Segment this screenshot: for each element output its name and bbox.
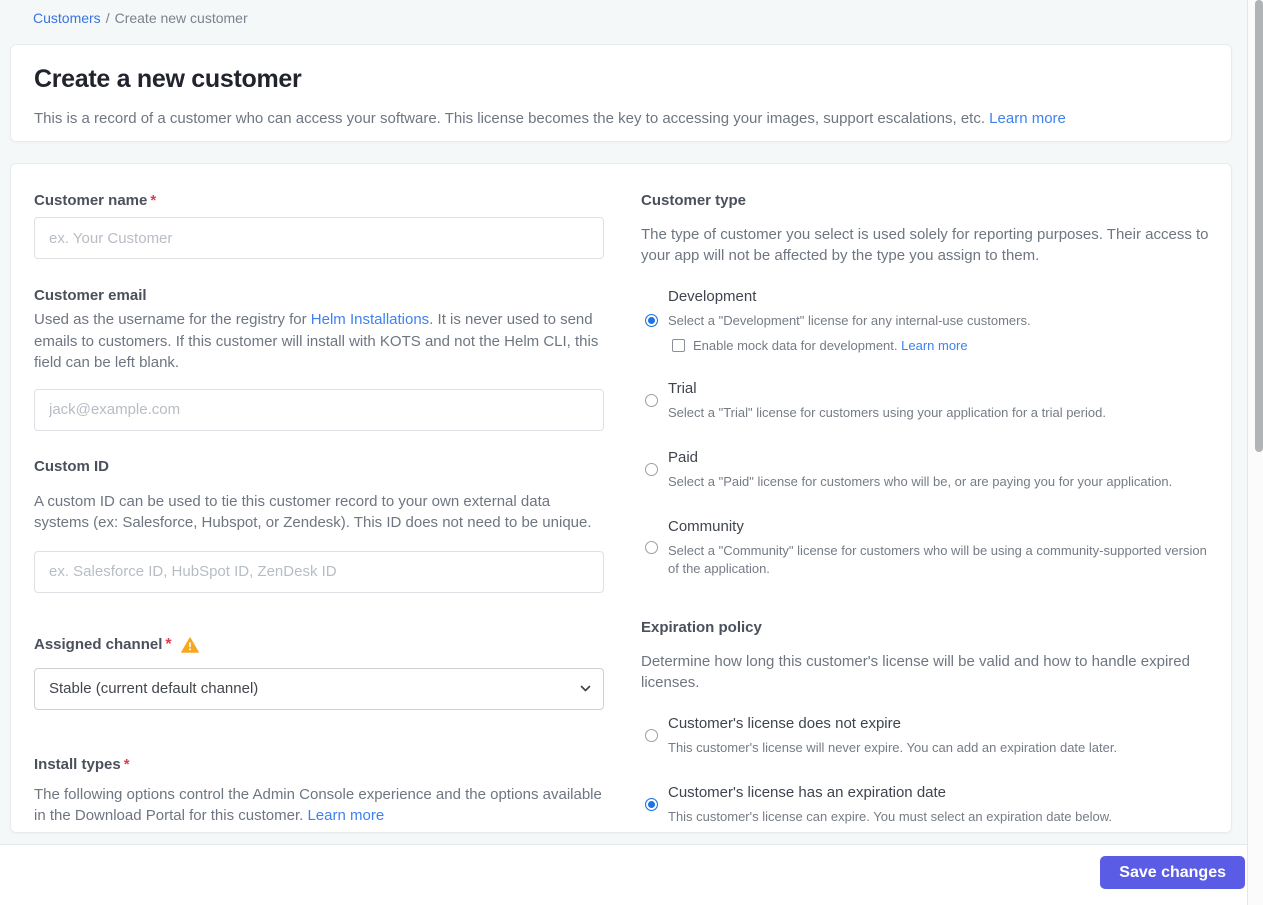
install-types-learn-more-link[interactable]: Learn more xyxy=(307,807,384,824)
custom-id-description: A custom ID can be used to tie this cust… xyxy=(34,492,592,532)
customer-email-label: Customer email xyxy=(34,287,147,304)
helm-installations-link[interactable]: Helm Installations xyxy=(311,311,429,328)
customer-name-required-asterisk: * xyxy=(150,192,157,209)
header-learn-more-link[interactable]: Learn more xyxy=(989,110,1066,127)
warning-icon xyxy=(180,636,199,653)
page-scrollbar xyxy=(1247,0,1263,905)
breadcrumb-separator: / xyxy=(105,10,110,26)
page-title: Create a new customer xyxy=(34,65,302,93)
save-changes-button[interactable]: Save changes xyxy=(1100,856,1245,889)
form-right-column: Customer type The type of customer you s… xyxy=(641,191,1216,832)
assigned-channel-label: Assigned channel xyxy=(34,635,163,653)
customer-email-desc-before: Used as the username for the registry fo… xyxy=(34,311,311,328)
customer-type-label: Customer type xyxy=(641,192,747,209)
header-description: This is a record of a customer who can a… xyxy=(34,108,1208,129)
license-expiration-date-radio[interactable] xyxy=(645,798,658,811)
customer-type-option-paid: Paid Select a "Paid" license for custome… xyxy=(641,448,1216,491)
customer-name-input[interactable] xyxy=(34,217,604,259)
expiration-policy-label: Expiration policy xyxy=(641,619,762,636)
customer-type-description: The type of customer you select is used … xyxy=(641,226,1209,264)
paid-radio[interactable] xyxy=(645,463,658,476)
community-radio[interactable] xyxy=(645,541,658,554)
create-customer-page: Customers / Create new customer Create a n… xyxy=(0,0,1263,905)
no-expire-option-description: This customer's license will never expir… xyxy=(668,740,1118,755)
header-description-text: This is a record of a customer who can a… xyxy=(34,110,985,127)
community-option-content: Community Select a "Community" license f… xyxy=(668,517,1216,578)
community-option-description: Select a "Community" license for custome… xyxy=(668,543,1207,576)
paid-option-description: Select a "Paid" license for customers wh… xyxy=(668,474,1173,489)
custom-id-label: Custom ID xyxy=(34,457,109,475)
has-date-option-description: This customer's license can expire. You … xyxy=(668,809,1112,824)
customer-email-input[interactable] xyxy=(34,388,604,431)
customer-name-label-text: Customer name xyxy=(34,192,148,209)
header-card: Create a new customer This is a record o… xyxy=(10,44,1232,142)
assigned-channel-select-wrap: Stable (current default channel) xyxy=(34,667,604,710)
customer-email-description: Used as the username for the registry fo… xyxy=(34,309,604,374)
trial-radio[interactable] xyxy=(645,394,658,407)
trial-option-description: Select a "Trial" license for customers u… xyxy=(668,405,1106,420)
trial-option-content: Trial Select a "Trial" license for custo… xyxy=(668,379,1106,422)
breadcrumb: Customers / Create new customer xyxy=(33,10,248,26)
expiration-policy-description: Determine how long this customer's licen… xyxy=(641,653,1190,691)
no-expire-option-label: Customer's license does not expire xyxy=(668,715,901,732)
mock-data-learn-more-link[interactable]: Learn more xyxy=(901,338,967,353)
development-option-label: Development xyxy=(668,288,757,305)
customer-type-option-development: Development Select a "Development" licen… xyxy=(641,287,1216,353)
customer-type-option-trial: Trial Select a "Trial" license for custo… xyxy=(641,379,1216,422)
development-radio[interactable] xyxy=(645,313,658,327)
mock-data-checkbox-row: Enable mock data for development. Learn … xyxy=(668,338,1031,353)
mock-data-checkbox[interactable] xyxy=(672,339,685,352)
install-types-label-text: Install types xyxy=(34,755,121,773)
breadcrumb-current: Create new customer xyxy=(114,10,248,26)
scrollbar-thumb[interactable] xyxy=(1255,0,1263,452)
customer-type-option-community: Community Select a "Community" license f… xyxy=(641,517,1216,578)
mock-data-checkbox-label: Enable mock data for development. Learn … xyxy=(693,338,968,353)
development-option-description: Select a "Development" license for any i… xyxy=(668,313,1031,328)
footer-bar: Save changes xyxy=(0,845,1263,905)
install-types-required-asterisk: * xyxy=(123,755,130,773)
assigned-channel-label-row: Assigned channel * xyxy=(34,635,604,655)
paid-option-content: Paid Select a "Paid" license for custome… xyxy=(668,448,1172,491)
development-option-content: Development Select a "Development" licen… xyxy=(668,287,1031,353)
expiration-option-no-expire: Customer's license does not expire This … xyxy=(641,714,1216,757)
form-card: Customer name* Customer email Used as th… xyxy=(10,163,1232,833)
has-date-option-content: Customer's license has an expiration dat… xyxy=(668,783,1112,826)
install-types-description: The following options control the Admin … xyxy=(34,784,604,827)
customer-type-options: Development Select a "Development" licen… xyxy=(641,287,1216,578)
breadcrumb-customers-link[interactable]: Customers xyxy=(33,10,101,26)
has-date-option-label: Customer's license has an expiration dat… xyxy=(668,784,947,801)
license-no-expire-radio[interactable] xyxy=(645,729,658,742)
expiration-option-has-date: Customer's license has an expiration dat… xyxy=(641,783,1216,826)
assigned-channel-required-asterisk: * xyxy=(165,635,172,653)
paid-option-label: Paid xyxy=(668,449,699,466)
form-left-column: Customer name* Customer email Used as th… xyxy=(34,191,604,832)
assigned-channel-select[interactable]: Stable (current default channel) xyxy=(34,667,604,710)
custom-id-input[interactable] xyxy=(34,550,604,593)
community-option-label: Community xyxy=(668,518,744,535)
expiration-policy-options: Customer's license does not expire This … xyxy=(641,714,1216,826)
mock-data-checkbox-text: Enable mock data for development. xyxy=(693,338,902,353)
customer-name-label: Customer name * xyxy=(34,191,604,211)
no-expire-option-content: Customer's license does not expire This … xyxy=(668,714,1117,757)
install-types-label: Install types * xyxy=(34,755,604,775)
trial-option-label: Trial xyxy=(668,380,697,397)
